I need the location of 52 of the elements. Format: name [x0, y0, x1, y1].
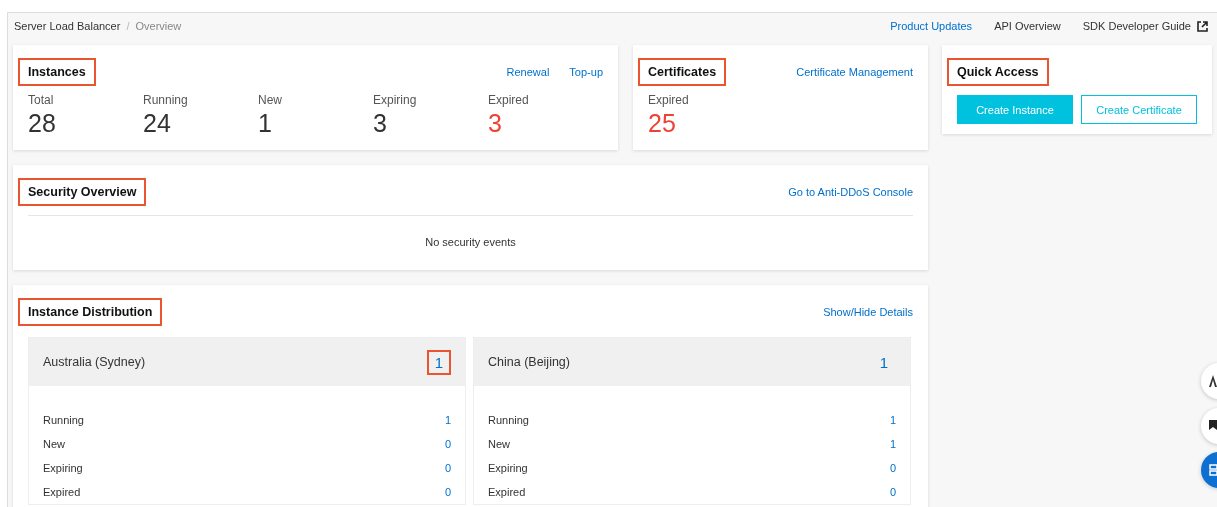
status-label: New: [488, 438, 510, 450]
empty-message: No security events: [424, 235, 517, 250]
grid-icon: [1209, 464, 1217, 476]
stat-label: Total: [28, 93, 55, 107]
status-count[interactable]: 0: [444, 486, 451, 498]
section-title: Instance Distribution: [18, 298, 163, 326]
status-count[interactable]: 1: [444, 414, 451, 426]
status-label: Expired: [43, 486, 81, 498]
breadcrumb-separator: /: [126, 20, 130, 32]
card-link[interactable]: Top-up: [569, 66, 603, 78]
status-label: Running: [43, 414, 84, 426]
stat-label: Running: [143, 93, 189, 107]
flag-icon: [1209, 419, 1217, 433]
section-title: Certificates: [638, 58, 727, 86]
header-link[interactable]: SDK Developer Guide: [1082, 20, 1208, 32]
stat-value: 24: [143, 109, 172, 138]
stat-value: 1: [258, 109, 273, 138]
status-label: Expiring: [488, 462, 528, 474]
region-name: Australia (Sydney): [43, 355, 146, 369]
stat-value: 28: [28, 109, 57, 138]
status-label: Expiring: [43, 462, 83, 474]
breadcrumb-item[interactable]: Server Load Balancer: [14, 20, 121, 32]
card-link[interactable]: Renewal: [506, 66, 550, 78]
section-title: Quick Access: [947, 58, 1049, 86]
status-count[interactable]: 0: [889, 486, 896, 498]
header-link[interactable]: Product Updates: [890, 20, 973, 32]
stat-value: 25: [648, 109, 677, 138]
section-title: Instances: [18, 58, 96, 86]
stat-label: Expiring: [373, 93, 418, 107]
stat-label: New: [258, 93, 283, 107]
region-count[interactable]: 1: [426, 349, 451, 375]
status-label: Running: [488, 414, 529, 426]
stat-value: 3: [373, 109, 388, 138]
status-count[interactable]: 1: [889, 438, 896, 450]
card-link[interactable]: Show/Hide Details: [823, 306, 913, 318]
status-label: New: [43, 438, 65, 450]
section-title: Security Overview: [18, 178, 147, 206]
external-link-icon: [1197, 20, 1208, 32]
status-label: Expired: [488, 486, 526, 498]
status-count[interactable]: 1: [889, 414, 896, 426]
status-count[interactable]: 0: [444, 438, 451, 450]
stat-label: Expired: [648, 93, 690, 107]
card-link[interactable]: Go to Anti-DDoS Console: [788, 186, 913, 198]
card-link[interactable]: Certificate Management: [796, 66, 913, 78]
stat-label: Expired: [488, 93, 530, 107]
status-count[interactable]: 0: [444, 462, 451, 474]
stat-value: 3: [488, 109, 503, 138]
status-count[interactable]: 0: [889, 462, 896, 474]
header-link[interactable]: API Overview: [994, 20, 1061, 32]
breadcrumb-item: Overview: [135, 20, 182, 32]
region-name: China (Beijing): [488, 355, 570, 369]
region-count[interactable]: 1: [871, 349, 896, 375]
